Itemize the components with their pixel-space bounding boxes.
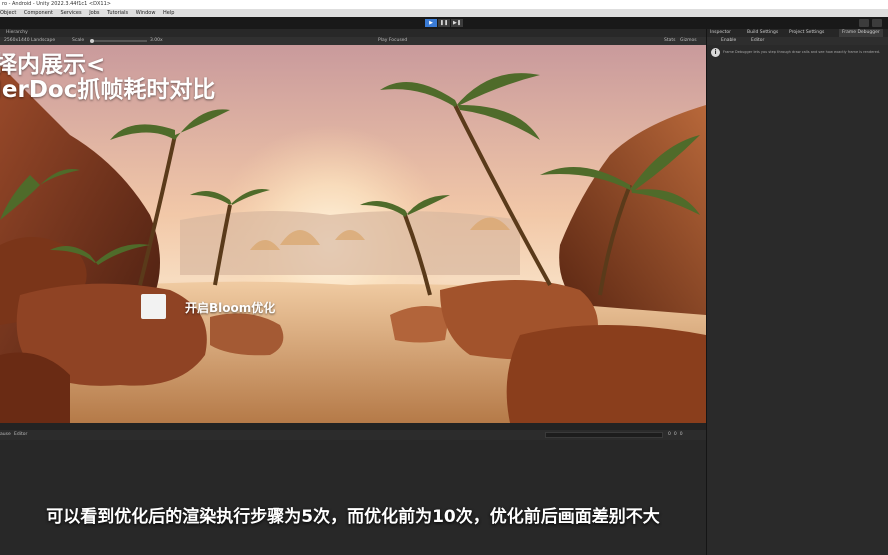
- tab-project-settings[interactable]: Project Settings: [789, 29, 824, 37]
- menu-item-jobs[interactable]: Jobs: [89, 10, 99, 16]
- window-title-bar: ro - Android - Unity 2022.3.44f1c1 <DX11…: [0, 0, 888, 9]
- menu-item-window[interactable]: Window: [136, 10, 156, 16]
- bloom-toggle-label: 开启Bloom优化: [185, 301, 276, 315]
- console-toolbar: ause Editor 0 0 0: [0, 430, 706, 440]
- console-panel: [0, 440, 706, 555]
- frame-debugger-panel: i Frame Debugger lets you step through d…: [706, 45, 888, 555]
- console-pause-label[interactable]: ause: [0, 430, 11, 440]
- tab-build-settings[interactable]: Build Settings: [747, 29, 778, 37]
- console-search-input[interactable]: [545, 432, 663, 438]
- scale-slider[interactable]: [90, 39, 147, 43]
- menu-item-tutorials[interactable]: Tutorials: [107, 10, 128, 16]
- tab-inspector[interactable]: Inspector: [710, 29, 731, 37]
- panel-divider: [0, 423, 706, 430]
- play-controls: ▶ ❚❚ ▶❚: [425, 19, 463, 27]
- menu-item-component[interactable]: Component: [24, 10, 53, 16]
- step-button[interactable]: ▶❚: [451, 19, 463, 27]
- console-log-count[interactable]: 0: [668, 430, 671, 440]
- console-warning-count[interactable]: 0: [674, 430, 677, 440]
- hierarchy-tab-bar: Hierarchy: [0, 29, 706, 37]
- game-view[interactable]: 择内展示< lerDoc抓帧耗时对比 开启Bloom优化: [0, 45, 706, 423]
- inspector-tab-bar: Inspector Build Settings Project Setting…: [706, 29, 888, 37]
- frame-debugger-toolbar: Enable Editor: [706, 37, 888, 45]
- scale-value: 3.00x: [150, 38, 163, 43]
- tab-hierarchy[interactable]: Hierarchy: [6, 30, 28, 35]
- toolbar-right-tools: [859, 19, 882, 27]
- frame-debugger-info-text: Frame Debugger lets you step through dra…: [723, 50, 881, 54]
- menu-item-services[interactable]: Services: [61, 10, 82, 16]
- info-icon: i: [711, 48, 720, 57]
- game-view-toolbar: 2560x1440 Landscape Scale 3.00x Play Foc…: [0, 37, 706, 45]
- stats-button[interactable]: Stats: [664, 37, 676, 45]
- bloom-toggle-checkbox[interactable]: [141, 294, 166, 319]
- undo-history-icon[interactable]: [859, 19, 869, 27]
- gizmos-dropdown[interactable]: Gizmos: [680, 37, 697, 45]
- menu-item-help[interactable]: Help: [163, 10, 174, 16]
- console-error-count[interactable]: 0: [680, 430, 683, 440]
- play-button[interactable]: ▶: [425, 19, 437, 27]
- play-mode-dropdown[interactable]: Play Focused: [378, 37, 407, 45]
- frame-debugger-enable-button[interactable]: Enable: [721, 37, 736, 45]
- pause-button[interactable]: ❚❚: [438, 19, 450, 27]
- console-counts: 0 0 0: [668, 430, 683, 440]
- video-subtitle: 可以看到优化后的渲染执行步骤为5次，而优化前为10次，优化前后画面差别不大: [46, 507, 660, 527]
- console-editor-dropdown[interactable]: Editor: [14, 430, 27, 440]
- resolution-dropdown[interactable]: 2560x1440 Landscape: [4, 37, 55, 45]
- overlay-heading-line2: lerDoc抓帧耗时对比: [0, 77, 216, 103]
- tab-frame-debugger[interactable]: Frame Debugger: [839, 29, 883, 37]
- window-title: ro - Android - Unity 2022.3.44f1c1 <DX11…: [2, 1, 111, 7]
- search-icon[interactable]: [872, 19, 882, 27]
- menu-item-object[interactable]: Object: [0, 10, 16, 16]
- frame-debugger-target-dropdown[interactable]: Editor: [751, 37, 764, 45]
- scale-label: Scale: [72, 38, 85, 43]
- menu-bar: Object Component Services Jobs Tutorials…: [0, 9, 888, 17]
- main-toolbar: ▶ ❚❚ ▶❚: [0, 17, 888, 29]
